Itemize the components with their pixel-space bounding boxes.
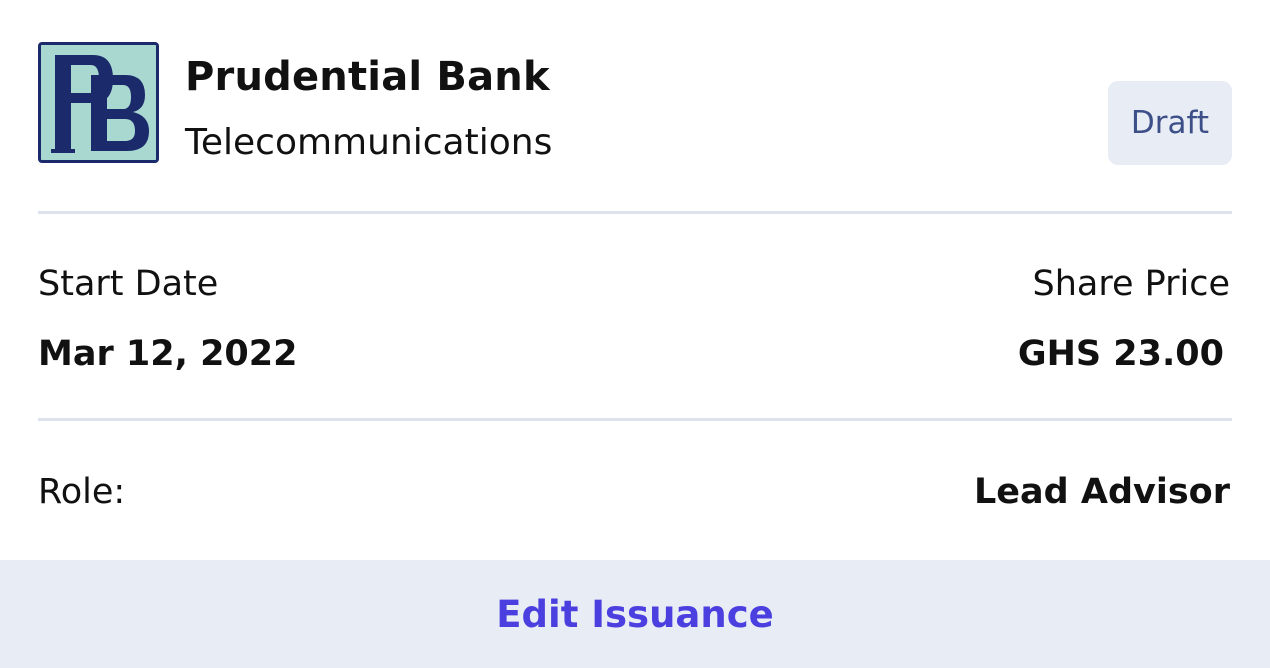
divider	[38, 418, 1232, 421]
card-header: Prudential Bank Telecommunications Draft	[38, 42, 1232, 166]
company-sector: Telecommunications	[185, 122, 553, 163]
share-price-value: GHS 23.00	[1017, 334, 1224, 374]
company-name: Prudential Bank	[185, 54, 550, 100]
edit-issuance-button[interactable]: Edit Issuance	[496, 593, 774, 636]
share-price-label: Share Price	[1032, 264, 1230, 304]
company-logo-mark	[41, 45, 156, 160]
status-badge: Draft	[1108, 81, 1232, 165]
issuance-card: Prudential Bank Telecommunications Draft…	[0, 0, 1270, 668]
card-footer: Edit Issuance	[0, 560, 1270, 668]
start-date-value: Mar 12, 2022	[38, 334, 298, 374]
company-logo	[38, 42, 159, 163]
divider	[38, 211, 1232, 214]
role-value: Lead Advisor	[974, 472, 1230, 512]
role-label: Role:	[38, 472, 126, 512]
start-date-label: Start Date	[38, 264, 219, 304]
